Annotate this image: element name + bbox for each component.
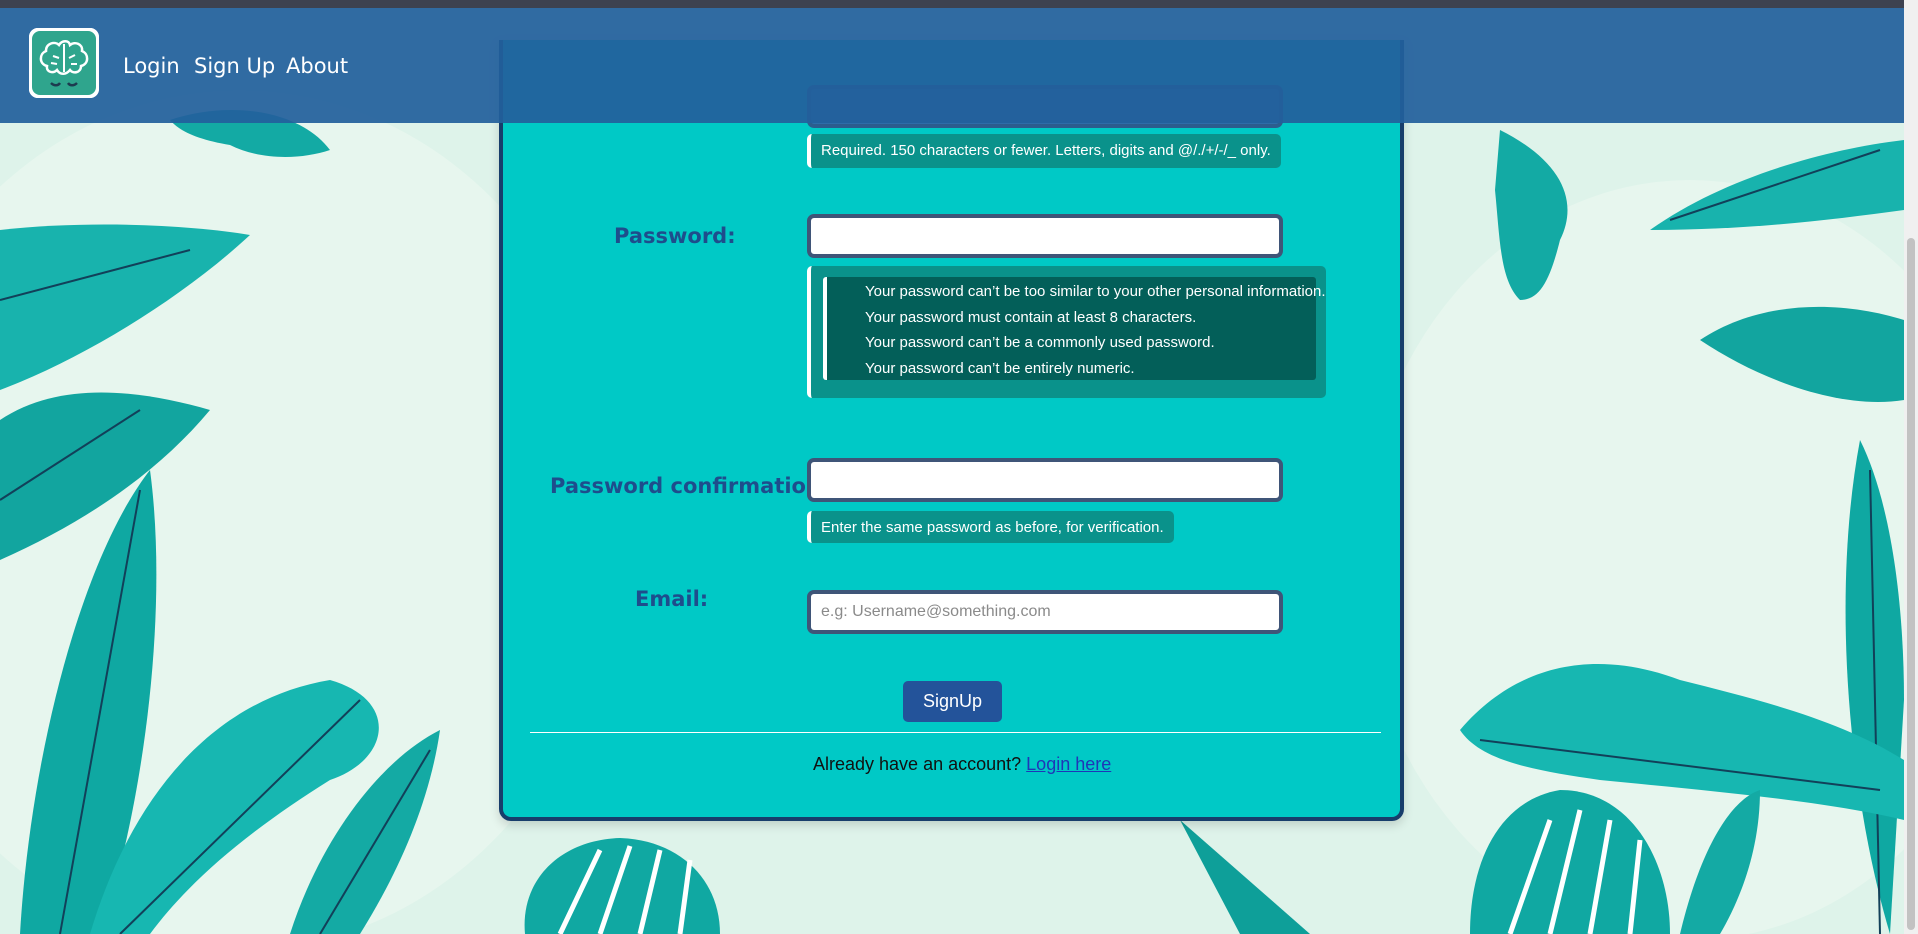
password-confirmation-help-text: Enter the same password as before, for v… (807, 511, 1174, 543)
password-help-item: Your password must contain at least 8 ch… (865, 308, 1197, 326)
scrollbar-thumb[interactable] (1907, 238, 1915, 930)
email-input[interactable] (807, 590, 1283, 634)
login-here-link[interactable]: Login here (1026, 754, 1111, 774)
password-help-list: Your password can’t be too similar to yo… (823, 277, 1326, 380)
password-input[interactable] (807, 214, 1283, 258)
password-confirmation-input[interactable] (807, 458, 1283, 502)
page-scrollbar[interactable] (1904, 0, 1918, 934)
nav-login-link[interactable]: Login (123, 54, 180, 78)
browser-top-strip (0, 0, 1918, 8)
form-divider (530, 732, 1381, 733)
password-label: Password: (614, 224, 736, 248)
password-help-item: Your password can’t be entirely numeric. (865, 359, 1135, 377)
email-label: Email: (635, 587, 709, 611)
signup-button[interactable]: SignUp (903, 681, 1002, 722)
password-help-item: Your password can’t be a commonly used p… (865, 334, 1215, 351)
login-prompt-text: Already have an account? (813, 754, 1022, 774)
username-help-text: Required. 150 characters or fewer. Lette… (807, 134, 1281, 168)
nav-about-link[interactable]: About (286, 54, 348, 78)
login-prompt: Already have an account? Login here (813, 754, 1111, 775)
password-help-box: Your password can’t be too similar to yo… (807, 266, 1326, 398)
password-help-item: Your password can’t be too similar to yo… (865, 283, 1326, 300)
password-confirmation-label: Password confirmation: (550, 474, 830, 498)
nav-signup-link[interactable]: Sign Up (194, 54, 275, 78)
top-navbar: Login Sign Up About (0, 8, 1904, 123)
signup-form-panel: Required. 150 characters or fewer. Lette… (499, 40, 1404, 821)
brain-logo-icon[interactable] (29, 28, 99, 98)
